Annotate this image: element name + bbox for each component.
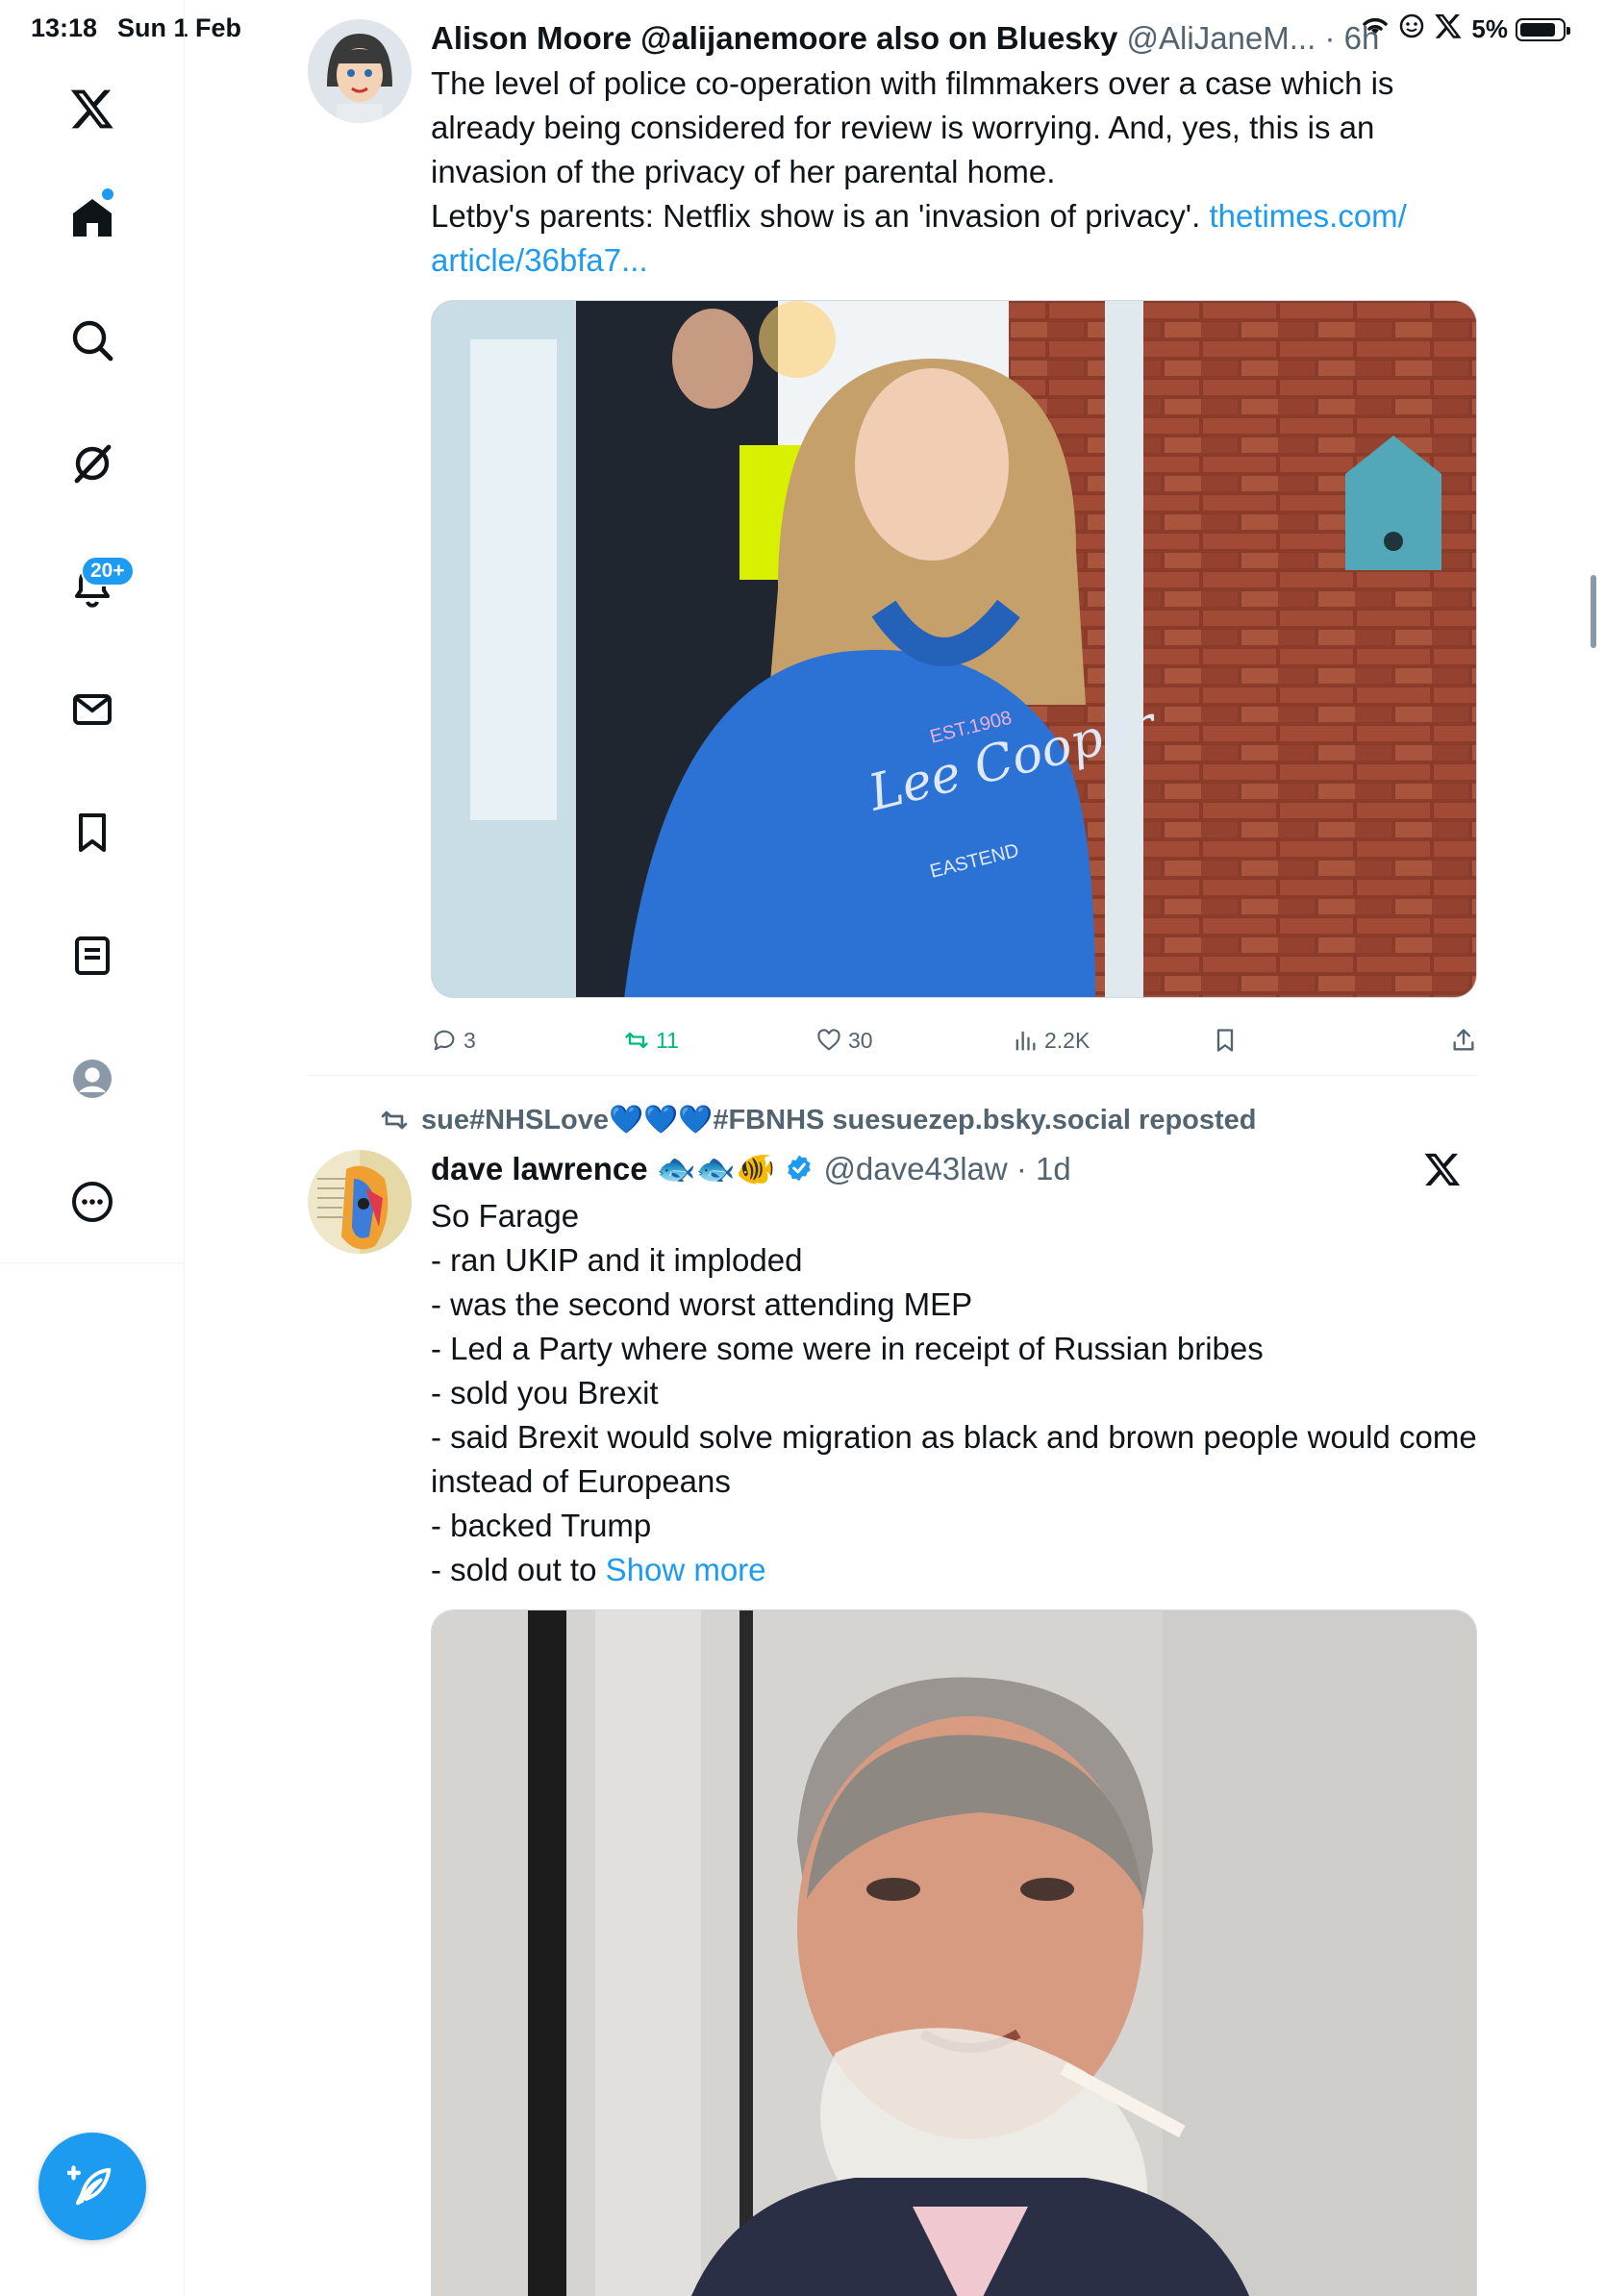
tweet-header: dave lawrence 🐟🐟🐠 @dave43law · 1d	[431, 1150, 1477, 1192]
like-count: 30	[848, 1027, 873, 1053]
tweet-actions: 3 11 30 2.2K	[431, 1021, 1477, 1060]
author-name[interactable]: dave lawrence	[431, 1151, 648, 1186]
author-name-emoji: 🐟🐟🐠	[656, 1151, 776, 1186]
search-icon[interactable]	[58, 306, 127, 375]
bookmark-icon	[1216, 1029, 1234, 1052]
show-more-link[interactable]: Show more	[606, 1552, 766, 1587]
home-icon[interactable]	[58, 183, 127, 252]
repost-indicator[interactable]: sue#NHSLove💙💙💙#FBNHS suesuezep.bsky.soci…	[379, 1104, 1257, 1136]
views-icon	[1015, 1031, 1036, 1051]
tweet-alison-moore[interactable]: Alison Moore @alijanemoore also on Blues…	[308, 19, 1477, 1058]
tweet-image[interactable]	[431, 1610, 1477, 2296]
avatar[interactable]	[308, 19, 412, 123]
author-handle[interactable]: @AliJaneM...	[1127, 20, 1316, 56]
share-icon	[1453, 1029, 1474, 1051]
x-logo-icon[interactable]	[58, 74, 127, 143]
author-handle[interactable]: @dave43law	[823, 1151, 1007, 1186]
reposted-by-text: sue#NHSLove💙💙💙#FBNHS suesuezep.bsky.soci…	[421, 1105, 1257, 1136]
sidebar: 20+	[0, 0, 185, 2296]
view-count: 2.2K	[1044, 1027, 1090, 1053]
repost-button[interactable]: 11	[623, 1021, 679, 1060]
home-unread-dot	[102, 188, 113, 200]
views-button[interactable]: 2.2K	[1012, 1021, 1090, 1060]
bookmark-button[interactable]	[1212, 1021, 1239, 1060]
notifications-badge: 20+	[81, 556, 135, 586]
tweet-dave-lawrence[interactable]: dave lawrence 🐟🐟🐠 @dave43law · 1d So Far…	[308, 1150, 1477, 2296]
grok-icon[interactable]	[58, 429, 127, 498]
envelope-icon[interactable]	[58, 675, 127, 744]
repost-icon	[381, 1111, 408, 1130]
reply-icon	[434, 1030, 455, 1051]
list-icon[interactable]	[58, 921, 127, 990]
heart-icon	[817, 1029, 840, 1051]
tweet-time[interactable]: · 1d	[1016, 1151, 1071, 1186]
more-icon[interactable]	[58, 1167, 127, 1236]
tweet-text: So Farage - ran UKIP and it imploded - w…	[431, 1194, 1477, 1592]
sidebar-divider	[0, 1262, 185, 1263]
battery-percent: 5%	[1471, 14, 1508, 43]
avatar[interactable]	[308, 1150, 412, 1254]
scroll-indicator[interactable]	[1591, 575, 1596, 648]
reply-button[interactable]: 3	[431, 1021, 476, 1060]
author-name[interactable]: Alison Moore @alijanemoore also on Blues…	[431, 20, 1117, 56]
x-logo-icon[interactable]	[1423, 1150, 1462, 1193]
like-button[interactable]: 30	[815, 1021, 873, 1060]
tweet-divider	[308, 1075, 1477, 1076]
bookmark-icon[interactable]	[58, 798, 127, 867]
repost-icon	[625, 1032, 648, 1049]
tweet-image[interactable]: Lee Cooper EST.1908 EASTEND	[431, 300, 1477, 998]
tweet-time[interactable]: · 6h	[1324, 20, 1379, 56]
verified-badge-icon[interactable]	[784, 1153, 815, 1184]
tweet-body-text: So Farage - ran UKIP and it imploded - w…	[431, 1198, 1477, 1587]
compose-button[interactable]	[38, 2133, 146, 2240]
tweet-text: The level of police co-operation with fi…	[431, 62, 1477, 283]
reply-count: 3	[464, 1027, 476, 1053]
compose-feather-icon	[67, 2165, 112, 2206]
share-button[interactable]	[1450, 1021, 1477, 1060]
profile-icon[interactable]	[58, 1044, 127, 1113]
tweet-header: Alison Moore @alijanemoore also on Blues…	[431, 19, 1477, 62]
battery-icon	[1516, 17, 1570, 41]
repost-count: 11	[656, 1027, 679, 1053]
